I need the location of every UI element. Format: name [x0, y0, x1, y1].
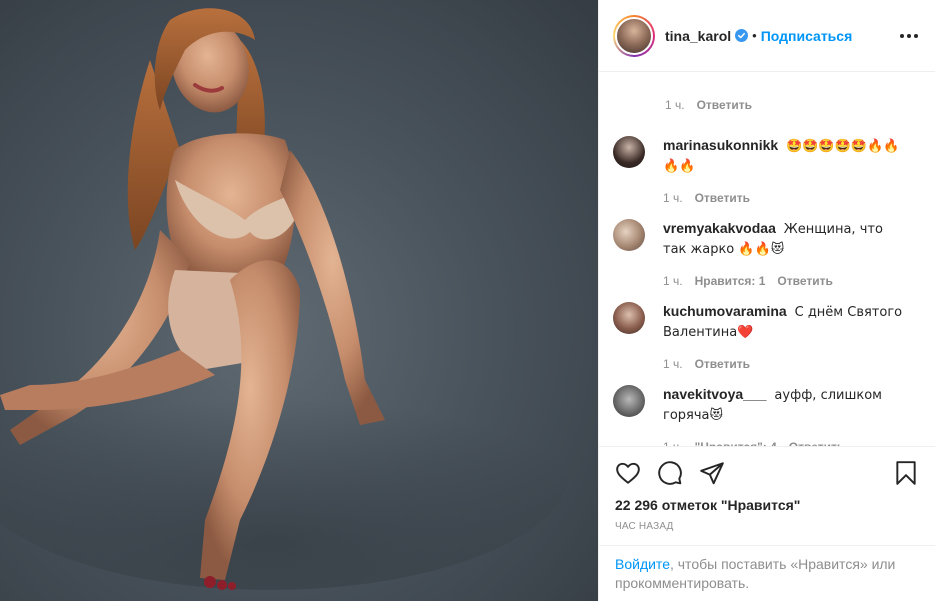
- post-actions: 22 296 отметок "Нравится" час назад: [599, 446, 935, 532]
- reply-button[interactable]: Ответить: [695, 355, 750, 373]
- author-username[interactable]: tina_karol: [665, 28, 731, 44]
- post-photo[interactable]: [0, 0, 598, 601]
- comment-time: 1 ч.: [663, 274, 683, 288]
- comment-time: 1 ч.: [663, 191, 683, 205]
- instagram-post: tina_karol • Подписаться 1 ч. Ответить m…: [0, 0, 935, 601]
- commenter-username[interactable]: kuchumovaramina: [663, 303, 787, 319]
- author-avatar[interactable]: [613, 14, 655, 57]
- comment-icon[interactable]: [657, 460, 683, 486]
- commenter-username[interactable]: navekitvoya___: [663, 386, 767, 402]
- login-prompt: Войдите, чтобы поставить «Нравится» или …: [599, 545, 935, 593]
- comment-time: 1 ч.: [663, 357, 683, 371]
- comment-item: kuchumovaramina С днём Святого Валентина…: [613, 302, 921, 373]
- like-count[interactable]: "Нравится": 4: [695, 438, 777, 446]
- commenter-avatar[interactable]: [613, 302, 645, 334]
- post-header: tina_karol • Подписаться: [599, 0, 935, 72]
- follow-button[interactable]: Подписаться: [761, 28, 853, 44]
- more-options-icon[interactable]: [897, 24, 921, 48]
- woman-photo-illustration: [0, 8, 570, 590]
- separator-dot: •: [752, 28, 757, 43]
- commenter-avatar[interactable]: [613, 385, 645, 417]
- share-icon[interactable]: [699, 460, 725, 486]
- commenter-avatar[interactable]: [613, 136, 645, 168]
- comment-item: navekitvoya___ ауфф, слишком горяча😻 1 ч…: [613, 385, 921, 446]
- comments-list[interactable]: 1 ч. Ответить marinasukonnikk 🤩🤩🤩🤩🤩🔥🔥🔥🔥 …: [599, 73, 935, 446]
- verified-badge-icon: [735, 29, 749, 42]
- bookmark-icon[interactable]: [893, 460, 919, 486]
- commenter-avatar[interactable]: [613, 219, 645, 251]
- post-time[interactable]: час назад: [615, 521, 919, 532]
- likes-count[interactable]: 22 296 отметок "Нравится": [615, 497, 919, 513]
- commenter-username[interactable]: vremyakakvodaa: [663, 220, 776, 236]
- like-count[interactable]: Нравится: 1: [695, 272, 766, 290]
- reply-button[interactable]: Ответить: [695, 189, 750, 207]
- reply-button[interactable]: Ответить: [697, 98, 752, 112]
- heart-icon[interactable]: [615, 460, 641, 486]
- previous-comment-meta: 1 ч. Ответить: [613, 86, 921, 124]
- comment-time: 1 ч.: [663, 438, 683, 446]
- reply-button[interactable]: Ответить: [777, 272, 832, 290]
- login-link[interactable]: Войдите: [615, 556, 670, 572]
- commenter-username[interactable]: marinasukonnikk: [663, 137, 778, 153]
- comment-time: 1 ч.: [665, 98, 685, 112]
- reply-button[interactable]: Ответить: [789, 438, 844, 446]
- comment-item: marinasukonnikk 🤩🤩🤩🤩🤩🔥🔥🔥🔥 1 ч. Ответить: [613, 136, 921, 207]
- comment-item: vremyakakvodaa Женщина, что так жарко 🔥🔥…: [613, 219, 921, 290]
- post-sidebar: tina_karol • Подписаться 1 ч. Ответить m…: [598, 0, 935, 601]
